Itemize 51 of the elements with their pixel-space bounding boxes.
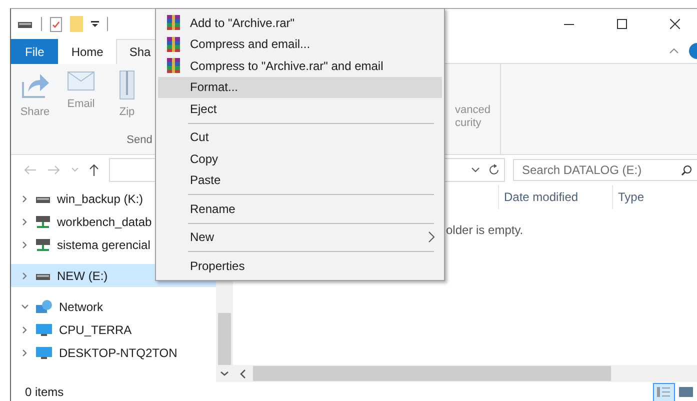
menu-item[interactable]: New — [158, 226, 442, 248]
chevron-right-icon[interactable] — [21, 240, 29, 248]
chevron-right-icon[interactable] — [21, 218, 29, 226]
ribbon-tab[interactable]: Home — [58, 39, 116, 64]
envelope-icon — [67, 70, 95, 92]
archive-icon — [165, 36, 182, 53]
image-icon — [679, 386, 693, 398]
archive-icon — [165, 57, 182, 74]
scrollbar[interactable] — [233, 365, 697, 382]
chevron-right-icon[interactable] — [21, 272, 29, 280]
item-count: 0 items — [25, 385, 64, 399]
network-drive-icon — [35, 238, 51, 252]
search-field[interactable]: Search DATALOG (E:) — [513, 159, 697, 181]
up-icon[interactable] — [89, 164, 99, 176]
drive-icon — [17, 19, 33, 29]
tree-item[interactable]: CPU_TERRA — [11, 318, 216, 341]
tree-item[interactable]: DESKTOP-NTQ2TON — [11, 341, 216, 364]
monitor-icon — [35, 346, 53, 360]
menu-item[interactable]: Eject — [158, 98, 442, 120]
archive-icon — [165, 14, 182, 32]
scroll-left-icon[interactable] — [239, 368, 247, 378]
tree-item[interactable]: Network — [11, 295, 216, 318]
details-view-button[interactable] — [653, 382, 675, 401]
menu-item[interactable]: Paste — [158, 170, 442, 191]
menu-item[interactable]: Format... — [158, 76, 442, 98]
maximize-icon[interactable] — [616, 19, 626, 29]
column-header[interactable]: Date modified — [498, 185, 612, 209]
empty-folder-message: older is empty. — [446, 223, 524, 237]
network-icon — [35, 300, 53, 314]
checklist-icon[interactable] — [50, 16, 62, 32]
menu-item[interactable]: Cut — [158, 126, 442, 148]
menu-item[interactable]: Add to "Archive.rar" — [158, 12, 442, 34]
zipper-icon — [118, 70, 136, 100]
list-icon — [657, 386, 671, 398]
monitor-icon — [35, 322, 53, 336]
chevron-down-icon[interactable] — [21, 302, 29, 310]
caret-icon[interactable] — [471, 167, 480, 173]
search-icon[interactable] — [681, 164, 692, 176]
network-drive-icon — [35, 214, 51, 228]
refresh-icon[interactable] — [488, 164, 500, 176]
chevron-right-icon — [428, 231, 436, 244]
dropdown-icon[interactable] — [91, 20, 99, 28]
close-icon[interactable] — [670, 19, 680, 29]
group-label: Send — [126, 134, 154, 148]
chevron-right-icon[interactable] — [21, 194, 29, 202]
menu-item[interactable]: Rename — [158, 198, 442, 220]
chevron-right-icon[interactable] — [21, 326, 29, 334]
chevron-right-icon[interactable] — [21, 348, 29, 356]
ribbon-tab[interactable]: File — [11, 39, 58, 64]
column-header[interactable]: Type — [612, 185, 697, 209]
menu-item[interactable]: Copy — [158, 148, 442, 170]
